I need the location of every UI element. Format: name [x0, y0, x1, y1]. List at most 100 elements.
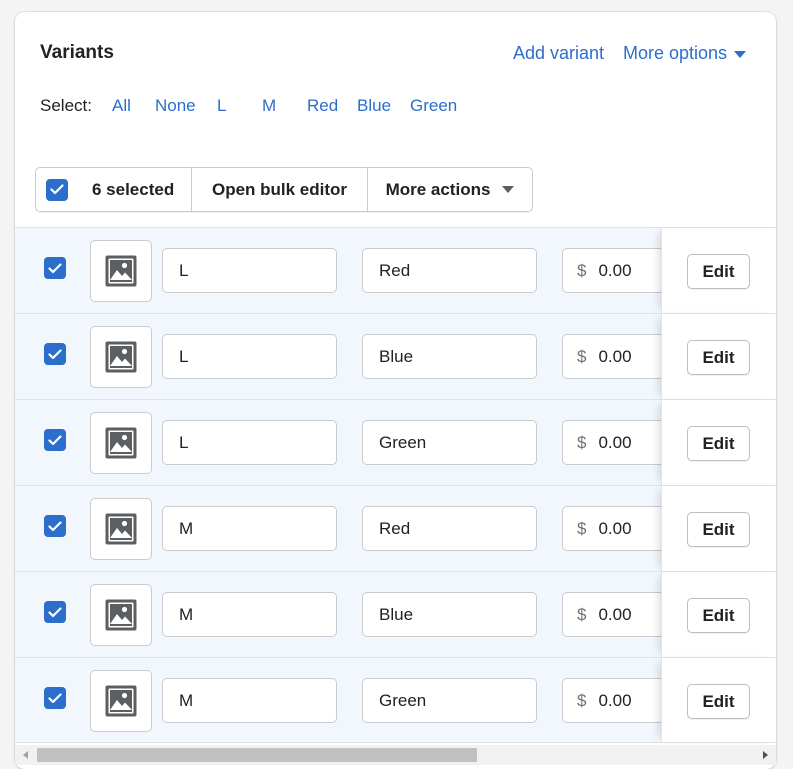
size-value: M [179, 604, 194, 624]
edit-variant-button[interactable]: Edit [687, 254, 750, 289]
card-header: Variants Add variant More options [15, 12, 776, 92]
variant-color-input[interactable]: Blue [362, 592, 537, 637]
checkmark-icon [48, 262, 62, 273]
variant-checkbox[interactable] [44, 257, 66, 279]
variants-card: Variants Add variant More options Select… [15, 12, 776, 769]
scrollbar-thumb[interactable] [37, 748, 477, 762]
color-value: Green [379, 432, 427, 452]
checkmark-icon [48, 692, 62, 703]
size-value: L [179, 432, 189, 452]
edit-variant-button[interactable]: Edit [687, 340, 750, 375]
select-all-link[interactable]: All [112, 96, 131, 116]
caret-down-icon [734, 51, 747, 58]
variant-image-button[interactable] [90, 498, 152, 560]
color-value: Green [379, 690, 427, 710]
variant-size-input[interactable]: M [162, 678, 337, 723]
variant-image-button[interactable] [90, 326, 152, 388]
scroll-left-icon[interactable] [23, 751, 28, 759]
price-value: 0.00 [598, 346, 632, 366]
variant-row: M Blue $ 0.00 Edit [15, 571, 776, 657]
variant-image-button[interactable] [90, 670, 152, 732]
currency-symbol: $ [577, 432, 587, 452]
variant-row: M Red $ 0.00 Edit [15, 485, 776, 571]
currency-symbol: $ [577, 518, 587, 538]
image-placeholder-icon [105, 427, 137, 459]
image-placeholder-icon [105, 685, 137, 717]
variant-image-button[interactable] [90, 584, 152, 646]
checkmark-icon [48, 606, 62, 617]
variant-size-input[interactable]: M [162, 506, 337, 551]
select-red-link[interactable]: Red [307, 96, 338, 116]
select-m-link[interactable]: M [262, 96, 276, 116]
variant-checkbox[interactable] [44, 429, 66, 451]
row-actions-column: Edit [661, 400, 776, 485]
add-variant-link[interactable]: Add variant [513, 43, 604, 64]
variant-checkbox[interactable] [44, 687, 66, 709]
variant-checkbox[interactable] [44, 515, 66, 537]
edit-variant-button[interactable]: Edit [687, 684, 750, 719]
variant-image-button[interactable] [90, 240, 152, 302]
more-options-button[interactable]: More options [623, 43, 747, 64]
more-actions-button[interactable]: More actions [368, 168, 532, 211]
variant-row: L Red $ 0.00 Edit [15, 227, 776, 313]
color-value: Red [379, 518, 411, 538]
more-options-label: More options [623, 43, 728, 63]
scroll-right-icon[interactable] [763, 751, 768, 759]
edit-variant-button[interactable]: Edit [687, 598, 750, 633]
currency-symbol: $ [577, 690, 587, 710]
variants-list: L Red $ 0.00 Edit L Blue $ 0.00 Edit L G… [15, 227, 776, 743]
variant-color-input[interactable]: Blue [362, 334, 537, 379]
color-value: Blue [379, 604, 414, 624]
variant-color-input[interactable]: Green [362, 420, 537, 465]
variant-checkbox[interactable] [44, 343, 66, 365]
variant-size-input[interactable]: L [162, 248, 337, 293]
price-value: 0.00 [598, 432, 632, 452]
price-value: 0.00 [598, 690, 632, 710]
select-all-checkbox[interactable] [46, 178, 68, 201]
open-bulk-editor-button[interactable]: Open bulk editor [192, 168, 368, 211]
variant-row: M Green $ 0.00 Edit [15, 657, 776, 743]
image-placeholder-icon [105, 513, 137, 545]
row-actions-column: Edit [661, 486, 776, 571]
checkmark-icon [48, 434, 62, 445]
size-value: M [179, 518, 194, 538]
checkmark-icon [50, 184, 64, 195]
card-title: Variants [40, 42, 114, 63]
currency-symbol: $ [577, 604, 587, 624]
checkmark-icon [48, 348, 62, 359]
variant-row: L Green $ 0.00 Edit [15, 399, 776, 485]
variant-color-input[interactable]: Red [362, 248, 537, 293]
variant-size-input[interactable]: M [162, 592, 337, 637]
variant-image-button[interactable] [90, 412, 152, 474]
select-blue-link[interactable]: Blue [357, 96, 391, 116]
variant-size-input[interactable]: L [162, 334, 337, 379]
price-value: 0.00 [598, 604, 632, 624]
color-value: Red [379, 260, 411, 280]
currency-symbol: $ [577, 260, 587, 280]
horizontal-scrollbar[interactable] [15, 745, 776, 765]
price-value: 0.00 [598, 260, 632, 280]
select-none-link[interactable]: None [155, 96, 196, 116]
variant-checkbox[interactable] [44, 601, 66, 623]
selected-count: 6 selected [92, 179, 175, 199]
size-value: L [179, 346, 189, 366]
select-label: Select: [40, 96, 92, 115]
variant-size-input[interactable]: L [162, 420, 337, 465]
caret-down-icon [502, 186, 515, 193]
select-l-link[interactable]: L [217, 96, 226, 116]
variant-color-input[interactable]: Green [362, 678, 537, 723]
currency-symbol: $ [577, 346, 587, 366]
edit-variant-button[interactable]: Edit [687, 426, 750, 461]
image-placeholder-icon [105, 599, 137, 631]
row-actions-column: Edit [661, 572, 776, 657]
row-actions-column: Edit [661, 658, 776, 742]
image-placeholder-icon [105, 255, 137, 287]
edit-variant-button[interactable]: Edit [687, 512, 750, 547]
image-placeholder-icon [105, 341, 137, 373]
checkmark-icon [48, 520, 62, 531]
bulk-actions-bar: 6 selected Open bulk editor More actions [35, 167, 533, 212]
variant-color-input[interactable]: Red [362, 506, 537, 551]
variant-row: L Blue $ 0.00 Edit [15, 313, 776, 399]
select-green-link[interactable]: Green [410, 96, 457, 116]
color-value: Blue [379, 346, 414, 366]
